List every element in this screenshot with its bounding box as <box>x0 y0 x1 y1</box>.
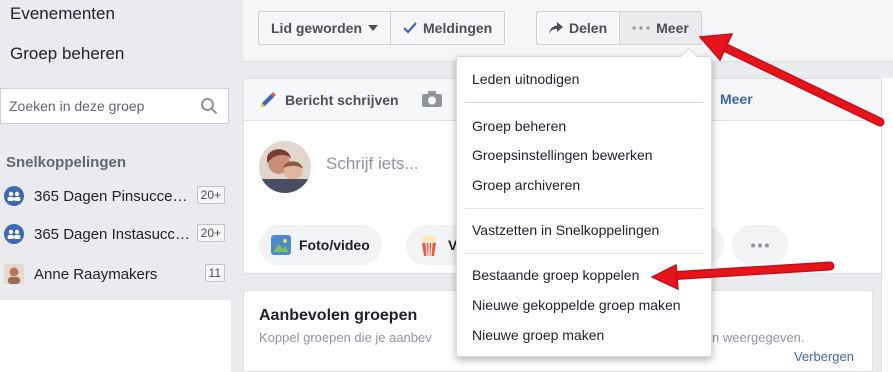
menu-divider <box>465 208 703 209</box>
recommended-groups-title: Aanbevolen groepen <box>259 307 418 324</box>
menu-item-archive-group[interactable]: Groep archiveren <box>472 177 580 193</box>
sidebar-panel <box>0 300 231 372</box>
menu-item-manage-group[interactable]: Groep beheren <box>472 118 566 134</box>
right-column <box>881 78 893 372</box>
group-action-bar: Lid geworden Meldingen Delen Meer <box>243 0 893 62</box>
more-button[interactable]: Meer <box>619 12 701 44</box>
menu-item-create-linked-group[interactable]: Nieuwe gekoppelde groep maken <box>472 297 681 313</box>
photo-icon <box>271 235 291 255</box>
shortcut-label: Anne Raaymakers <box>34 265 158 283</box>
composer-more-options[interactable] <box>732 225 788 265</box>
share-arrow-icon <box>549 22 563 34</box>
share-label: Delen <box>569 20 608 36</box>
group-icon <box>4 186 24 206</box>
notifications-button[interactable]: Meldingen <box>390 12 504 44</box>
group-icon <box>4 224 24 244</box>
left-sidebar: Evenementen Groep beheren Snelkoppelinge… <box>0 0 231 372</box>
hide-link[interactable]: Verbergen <box>794 349 854 364</box>
group-search <box>0 88 229 124</box>
membership-button-group: Lid geworden Meldingen <box>258 11 506 45</box>
composer-input[interactable]: Schrijf iets... <box>326 154 419 174</box>
camera-icon[interactable] <box>422 91 442 107</box>
sidebar-item-events[interactable]: Evenementen <box>10 4 115 24</box>
shortcut-count-badge: 11 <box>204 264 225 282</box>
search-icon[interactable] <box>200 97 218 115</box>
caret-down-icon <box>368 25 378 31</box>
recommended-groups-description: Koppel groepen die je aanbev <box>259 330 432 345</box>
user-avatar <box>259 141 311 193</box>
more-dropdown-menu: Leden uitnodigen Groep beheren Groepsins… <box>456 47 712 357</box>
menu-item-link-existing-group[interactable]: Bestaande groep koppelen <box>472 267 639 283</box>
profile-avatar <box>4 264 24 284</box>
checkmark-icon <box>403 22 417 34</box>
photo-video-button[interactable]: Foto/video <box>259 225 382 265</box>
joined-button[interactable]: Lid geworden <box>259 12 390 44</box>
shortcut-count-badge: 20+ <box>196 224 225 242</box>
write-post-label: Bericht schrijven <box>285 92 399 108</box>
shortcut-count-badge: 20+ <box>196 186 225 204</box>
menu-divider <box>465 102 703 103</box>
pencil-icon <box>261 92 276 107</box>
menu-item-pin-to-shortcuts[interactable]: Vastzetten in Snelkoppelingen <box>472 222 659 238</box>
photo-video-label: Foto/video <box>299 237 370 253</box>
menu-item-invite-members[interactable]: Leden uitnodigen <box>472 71 579 87</box>
sidebar-item-manage-group[interactable]: Groep beheren <box>10 44 124 64</box>
menu-divider <box>465 253 703 254</box>
popcorn-icon <box>422 234 436 256</box>
tab-write-post[interactable]: Bericht schrijven <box>259 91 399 109</box>
share-more-button-group: Delen Meer <box>536 11 702 45</box>
recommended-groups-description-tail: n weergegeven. <box>712 330 805 345</box>
shortcut-item[interactable]: 365 Dagen Instasuccesfull 20+ <box>0 220 231 248</box>
ellipsis-icon <box>751 243 769 247</box>
shortcut-item[interactable]: 365 Dagen Pinsuccesfull 20+ <box>0 182 231 210</box>
shortcut-label: 365 Dagen Pinsuccesfull <box>34 187 192 205</box>
share-button[interactable]: Delen <box>537 12 619 44</box>
more-label: Meer <box>656 20 689 36</box>
joined-label: Lid geworden <box>271 20 362 36</box>
group-search-input[interactable] <box>9 89 189 123</box>
tab-more[interactable]: Meer <box>720 91 753 107</box>
notifications-label: Meldingen <box>423 20 493 36</box>
shortcut-item[interactable]: Anne Raaymakers 11 <box>0 260 231 288</box>
menu-item-create-new-group[interactable]: Nieuwe groep maken <box>472 327 604 343</box>
shortcut-label: 365 Dagen Instasuccesfull <box>34 225 192 243</box>
shortcuts-title: Snelkoppelingen <box>6 154 127 171</box>
menu-item-edit-group-settings[interactable]: Groepsinstellingen bewerken <box>472 147 653 163</box>
ellipsis-icon <box>632 26 650 30</box>
